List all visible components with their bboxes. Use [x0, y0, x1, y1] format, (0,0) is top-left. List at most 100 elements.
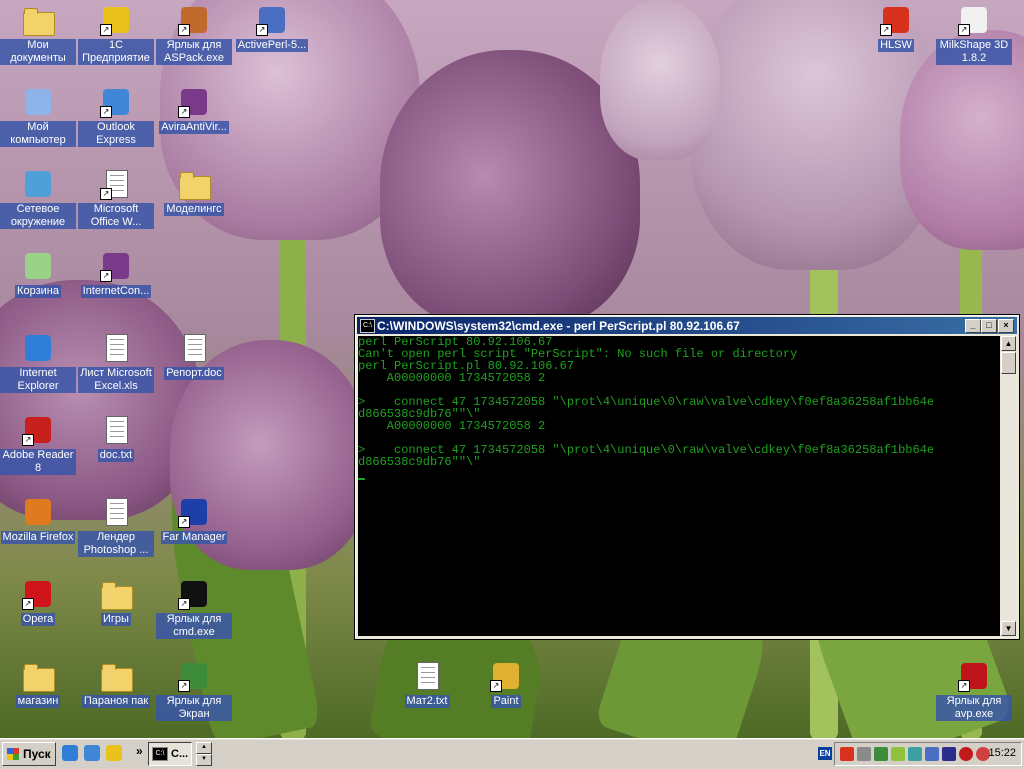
- desktop-icon-cmdlink[interactable]: ↗ Ярлык для cmd.exe: [156, 576, 232, 654]
- desktop-icon-avira[interactable]: ↗ AviraAntiVir...: [156, 84, 232, 162]
- tray-antivirus-icon[interactable]: [908, 747, 922, 761]
- desktop-icon-label: Internet Explorer: [0, 367, 76, 393]
- quicklaunch-ie-icon[interactable]: [62, 745, 78, 761]
- desktop-icon-games[interactable]: Игры: [78, 576, 154, 654]
- lender-icon: [100, 496, 132, 528]
- quicklaunch-more-chevron[interactable]: »: [136, 744, 143, 758]
- doctxt-icon: [100, 414, 132, 446]
- desktop-icon-1c[interactable]: ↗ 1С Предприятие: [78, 2, 154, 80]
- shortcut-arrow-icon: ↗: [100, 270, 112, 282]
- vertical-scrollbar[interactable]: ▲ ▼: [1001, 336, 1016, 636]
- outlook-icon: ↗: [100, 86, 132, 118]
- desktop-icon-doctxt[interactable]: doc.txt: [78, 412, 154, 490]
- desktop-icon-adobe[interactable]: ↗ Adobe Reader 8: [0, 412, 76, 490]
- desktop-icon-paint[interactable]: ↗ Paint: [468, 658, 544, 736]
- desktop-icon-excel[interactable]: Лист Microsoft Excel.xls: [78, 330, 154, 408]
- desktop-icon-paranoia[interactable]: Параноя пак: [78, 658, 154, 736]
- desktop-icon-hlsw[interactable]: ↗ HLSW: [858, 2, 934, 80]
- scroll-thumb[interactable]: [1001, 352, 1016, 374]
- maximize-button[interactable]: □: [981, 319, 997, 333]
- system-tray: 15:22: [834, 742, 1022, 766]
- language-indicator[interactable]: EN: [818, 747, 832, 760]
- tray-avira-icon[interactable]: [959, 747, 973, 761]
- desktop-icon-firefox[interactable]: Mozilla Firefox: [0, 494, 76, 572]
- console-line: d866538c9db76""\": [358, 455, 481, 469]
- shortcut-arrow-icon: ↗: [958, 24, 970, 36]
- desktop-icon-opera[interactable]: ↗ Opera: [0, 576, 76, 654]
- shortcut-arrow-icon: ↗: [100, 24, 112, 36]
- opera-icon: ↗: [22, 578, 54, 610]
- tray-volume-icon[interactable]: [942, 747, 956, 761]
- desktop-icon-label: Сетевое окружение: [0, 203, 76, 229]
- desktop-icon-avp[interactable]: ↗ Ярлык для avp.exe: [936, 658, 1012, 736]
- activeperl-icon: ↗: [256, 4, 288, 36]
- aspack-icon: ↗: [178, 4, 210, 36]
- desktop-icon-label: Мат2.txt: [404, 695, 450, 708]
- desktop-icon-outlook[interactable]: ↗ Outlook Express: [78, 84, 154, 162]
- scroll-down-arrow-icon[interactable]: ▼: [1001, 621, 1016, 636]
- 1c-icon: ↗: [100, 4, 132, 36]
- text-cursor: [358, 478, 365, 480]
- scroll-down-icon[interactable]: ▼: [196, 754, 212, 766]
- desktop-icon-label: Мои документы: [0, 39, 76, 65]
- desktop-icon-mat2[interactable]: Мат2.txt: [389, 658, 465, 736]
- desktop-icon-label: Outlook Express: [78, 121, 154, 147]
- close-button[interactable]: ×: [998, 319, 1014, 333]
- window-title: C:\WINDOWS\system32\cmd.exe - perl PerSc…: [377, 319, 740, 333]
- desktop-icon-internetcon[interactable]: ↗ InternetCon...: [78, 248, 154, 326]
- cmd-window[interactable]: C:\ C:\WINDOWS\system32\cmd.exe - perl P…: [354, 314, 1020, 640]
- desktop-icon-label: Far Manager: [160, 531, 228, 544]
- quicklaunch-1c-icon[interactable]: [106, 745, 122, 761]
- desktop-icon-milkshape[interactable]: ↗ MilkShape 3D 1.8.2: [936, 2, 1012, 80]
- tray-android-icon[interactable]: [891, 747, 905, 761]
- desktop-icon-label: Ярлык для ASPack.exe: [156, 39, 232, 65]
- desktop-icon-ie[interactable]: Internet Explorer: [0, 330, 76, 408]
- scroll-up-icon[interactable]: ▲: [196, 742, 212, 754]
- network-icon: [22, 168, 54, 200]
- desktop-icon-word[interactable]: ↗ Microsoft Office W...: [78, 166, 154, 244]
- desktop-icon-label: Opera: [20, 613, 56, 626]
- quicklaunch-outlook-icon[interactable]: [84, 745, 100, 761]
- desktop-icon-recycle[interactable]: Корзина: [0, 248, 76, 326]
- shortcut-arrow-icon: ↗: [256, 24, 268, 36]
- taskbar-scroll-spinner[interactable]: ▲ ▼: [196, 742, 212, 766]
- desktop-icon-screenlink[interactable]: ↗ Ярлык для Экран: [156, 658, 232, 736]
- start-label: Пуск: [23, 747, 51, 761]
- desktop-icon-modelings[interactable]: Моделингс: [156, 166, 232, 244]
- cmd-titlebar[interactable]: C:\ C:\WINDOWS\system32\cmd.exe - perl P…: [357, 317, 1017, 334]
- desktop-icon-network[interactable]: Сетевое окружение: [0, 166, 76, 244]
- shortcut-arrow-icon: ↗: [178, 680, 190, 692]
- games-icon: [100, 578, 133, 610]
- console-prompt-line: [358, 468, 1000, 480]
- shortcut-arrow-icon: ↗: [178, 106, 190, 118]
- desktop-icon-activeperl[interactable]: ↗ ActivePerl-5...: [234, 2, 310, 80]
- taskbar-button-cmd[interactable]: C:\ C...: [148, 742, 192, 766]
- desktop-icon-my-documents[interactable]: Мои документы: [0, 2, 76, 80]
- scroll-up-arrow-icon[interactable]: ▲: [1001, 336, 1016, 351]
- console-icon[interactable]: C:\: [360, 319, 375, 333]
- tray-network-icon[interactable]: [874, 747, 888, 761]
- shortcut-arrow-icon: ↗: [178, 24, 190, 36]
- start-button[interactable]: Пуск: [2, 742, 56, 766]
- tray-hlsw-icon[interactable]: [840, 747, 854, 761]
- desktop-icon-label: Моделингс: [164, 203, 224, 216]
- console-line: A00000000 1734572058 2: [358, 371, 546, 385]
- desktop-icon-my-computer[interactable]: Мой компьютер: [0, 84, 76, 162]
- minimize-button[interactable]: _: [965, 319, 981, 333]
- desktop-icon-shop[interactable]: магазин: [0, 658, 76, 736]
- shortcut-arrow-icon: ↗: [100, 106, 112, 118]
- tray-monitor-icon[interactable]: [925, 747, 939, 761]
- console-output[interactable]: perl PerScript 80.92.106.67 Can't open p…: [358, 336, 1000, 636]
- desktop-icon-farmanager[interactable]: ↗ Far Manager: [156, 494, 232, 572]
- adobe-icon: ↗: [22, 414, 54, 446]
- desktop-icon-label: Paint: [491, 695, 521, 708]
- clock[interactable]: 15:22: [988, 747, 1016, 759]
- desktop-icon-label: 1С Предприятие: [78, 39, 154, 65]
- desktop-icon-label: Лендер Photoshop ...: [78, 531, 154, 557]
- desktop-icon-aspack[interactable]: ↗ Ярлык для ASPack.exe: [156, 2, 232, 80]
- tray-printer-icon[interactable]: [857, 747, 871, 761]
- desktop-icon-report[interactable]: Репорт.doc: [156, 330, 232, 408]
- desktop-icon-label: Параноя пак: [81, 695, 151, 708]
- desktop-icon-label: Ярлык для Экран: [156, 695, 232, 721]
- desktop-icon-lender[interactable]: Лендер Photoshop ...: [78, 494, 154, 572]
